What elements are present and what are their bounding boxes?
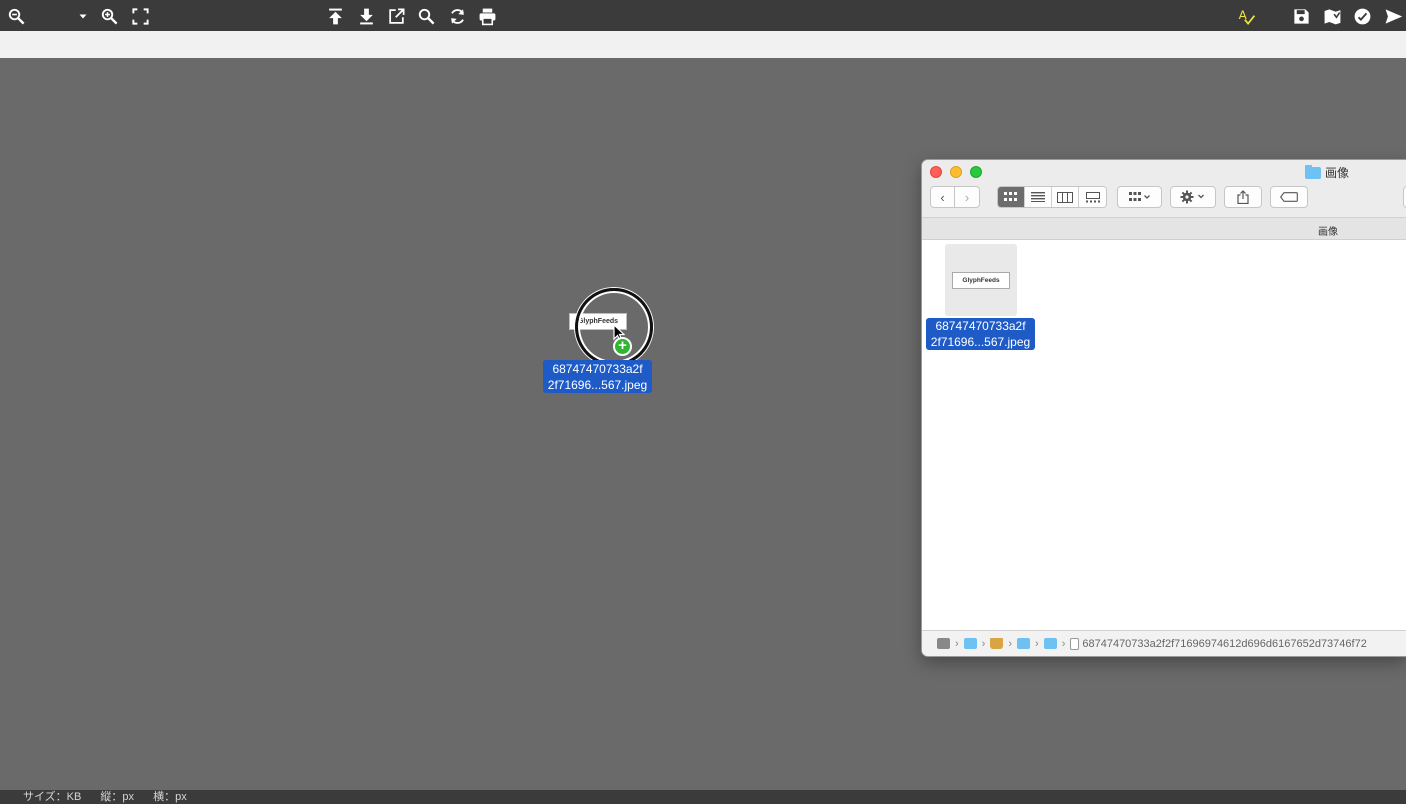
folder-icon <box>1305 164 1321 179</box>
view-mode-segment[interactable] <box>997 186 1107 208</box>
file-thumbnail[interactable]: GlyphFeeds <box>945 244 1017 316</box>
upload-icon[interactable] <box>324 5 346 27</box>
icon-view-button[interactable] <box>998 187 1025 207</box>
map-icon[interactable] <box>1321 5 1343 27</box>
check-circle-icon[interactable] <box>1351 5 1373 27</box>
send-icon[interactable] <box>1382 5 1404 27</box>
group-grid-icon <box>1128 192 1150 201</box>
zoom-in-icon[interactable] <box>98 5 120 27</box>
group-by-button[interactable] <box>1117 186 1162 208</box>
gallery-icon <box>1085 191 1100 202</box>
copy-plus-badge: + <box>613 337 632 356</box>
pathbar-file-name[interactable]: 68747470733a2f2f71696974612d696d6167652d… <box>1082 638 1366 650</box>
search-icon[interactable] <box>415 5 437 27</box>
zoom-out-icon[interactable] <box>5 5 27 27</box>
finder-titlebar[interactable]: 画像 ‹ › <box>922 160 1406 218</box>
download-icon[interactable] <box>355 5 377 27</box>
grid-icon <box>1004 192 1017 201</box>
list-icon <box>1031 192 1045 202</box>
tag-icon <box>1280 192 1298 202</box>
column-view-button[interactable] <box>1052 187 1079 207</box>
refresh-icon[interactable] <box>446 5 468 27</box>
svg-text:A: A <box>1238 7 1247 21</box>
close-window-button[interactable] <box>930 166 942 178</box>
finder-window[interactable]: 画像 ‹ › 画像 GlyphFeeds 68747470733a2f 2f71… <box>922 160 1406 656</box>
path-header: 画像 <box>922 218 1406 240</box>
list-view-button[interactable] <box>1025 187 1052 207</box>
tag-button[interactable] <box>1270 186 1308 208</box>
open-external-icon[interactable] <box>385 5 407 27</box>
drag-ghost-label: 68747470733a2f 2f71696...567.jpeg <box>543 360 652 393</box>
pictures-folder-icon[interactable] <box>1017 638 1031 649</box>
forward-button[interactable]: › <box>955 186 980 208</box>
status-size: サイズ：KB <box>23 791 82 803</box>
spellcheck-icon[interactable]: A <box>1235 5 1257 27</box>
top-toolbar: A <box>0 0 1406 31</box>
gear-icon <box>1180 190 1204 204</box>
file-icon[interactable] <box>1070 637 1080 650</box>
share-button[interactable] <box>1224 186 1262 208</box>
users-folder-icon[interactable] <box>963 638 977 649</box>
finder-title: 画像 <box>1305 164 1349 181</box>
save-icon[interactable] <box>1290 5 1312 27</box>
gallery-view-button[interactable] <box>1079 187 1106 207</box>
status-width: 横：px <box>153 791 187 803</box>
columns-icon <box>1057 191 1073 203</box>
print-icon[interactable] <box>476 5 498 27</box>
disk-icon[interactable] <box>937 638 950 649</box>
share-icon <box>1237 190 1249 204</box>
status-bar: サイズ：KB 縦：px 横：px <box>0 790 1406 804</box>
status-height: 縦：px <box>100 791 135 803</box>
file-thumb-preview: GlyphFeeds <box>952 271 1010 289</box>
zoom-window-button[interactable] <box>970 166 982 178</box>
back-button[interactable]: ‹ <box>930 186 955 208</box>
minimize-window-button[interactable] <box>950 166 962 178</box>
fullscreen-icon[interactable] <box>129 5 151 27</box>
file-name-label[interactable]: 68747470733a2f 2f71696...567.jpeg <box>926 318 1035 350</box>
action-button[interactable] <box>1170 186 1216 208</box>
finder-path-bar: › › › › › 68747470733a2f2f71696974612d69… <box>922 630 1406 656</box>
secondary-toolbar <box>0 31 1406 58</box>
home-icon[interactable] <box>990 638 1004 649</box>
dropdown-arrow-icon[interactable] <box>72 5 94 27</box>
images-folder-icon[interactable] <box>1043 638 1057 649</box>
